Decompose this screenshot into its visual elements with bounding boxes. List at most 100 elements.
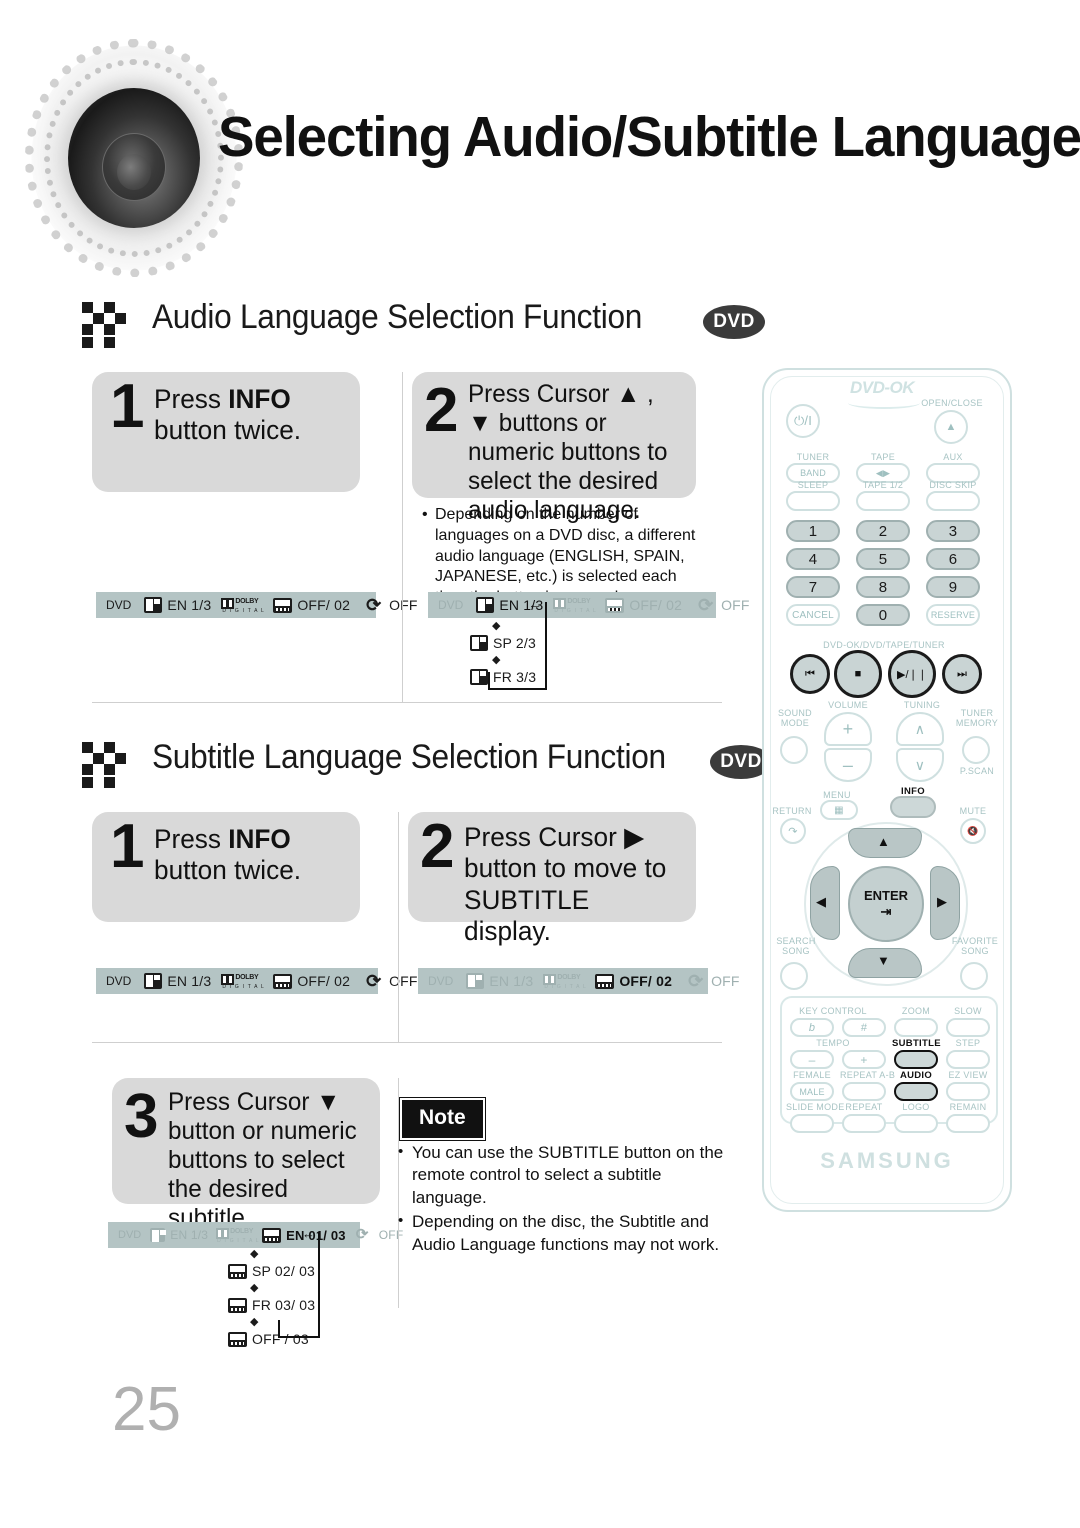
next-button[interactable]: ⏭ <box>942 654 982 694</box>
flow-item: FR 03/ 03 <box>228 1294 315 1316</box>
dvd-badge-audio: DVD <box>703 305 765 339</box>
osd-repeat-value: OFF <box>389 597 418 613</box>
audio-step-2-text: Press Cursor ▲ , ▼ buttons or numeric bu… <box>468 380 668 524</box>
remain-button[interactable] <box>946 1114 990 1133</box>
repeat-icon: ⟳ <box>366 971 382 991</box>
dolby-digital-icon: DOLBY D I G I T A L <box>543 974 587 990</box>
audio-step-1-text-before: Press <box>154 384 229 414</box>
tape-1-2-button[interactable] <box>856 491 910 511</box>
audio-button[interactable] <box>894 1082 938 1101</box>
info-button[interactable] <box>890 796 936 818</box>
female-label: FEMALE <box>793 1070 831 1080</box>
logo-label: LOGO <box>902 1102 930 1112</box>
subtitle-icon <box>273 973 293 989</box>
subtitle-osd-step3: DVD EN 1/3 DOLBY D I G I T A L EN 01/ 03 … <box>108 1222 403 1248</box>
step-button[interactable] <box>946 1050 990 1069</box>
repeat-button[interactable] <box>842 1114 886 1133</box>
step-label: STEP <box>955 1038 981 1048</box>
dolby-digital-icon: DOLBY D I G I T A L <box>221 974 265 990</box>
audio-label: AUDIO <box>899 1070 933 1081</box>
repeat-ab-button[interactable] <box>842 1082 886 1101</box>
osd-repeat-group: ⟳ OFF <box>356 1227 404 1243</box>
subtitle-step-2: 2 Press Cursor ▶ button to move to SUBTI… <box>408 812 696 946</box>
flow-arrow: ◆ <box>250 1281 259 1294</box>
disc-skip-label: DISC SKIP <box>929 480 977 490</box>
subtitle-step-3: 3 Press Cursor ▼ button or numeric butto… <box>112 1078 380 1232</box>
cancel-button[interactable]: CANCEL <box>786 604 840 626</box>
audio-step-1-number: 1 <box>110 372 145 441</box>
dolby-digital-icon: DOLBY D I G I T A L <box>221 598 265 614</box>
sleep-button[interactable] <box>786 491 840 511</box>
slide-mode-button[interactable] <box>790 1114 834 1133</box>
subtitle-language-flow: ◆ SP 02/ 03 ◆ FR 03/ 03 ◆ OFF / 03 <box>228 1248 315 1350</box>
sound-mode-label: SOUND MODE <box>777 708 812 729</box>
return-button[interactable]: ↷ <box>780 818 806 844</box>
subtitle-icon <box>228 1297 247 1313</box>
previous-button[interactable]: ⏮ <box>790 654 830 694</box>
osd-disc-type: DVD <box>118 1229 142 1241</box>
subtitle-icon <box>273 597 293 613</box>
flow-item-label: SP 2/3 <box>493 635 536 651</box>
number-button-1[interactable]: 1 <box>786 520 840 542</box>
enter-label: ENTER <box>863 888 909 903</box>
logo-button[interactable] <box>894 1114 938 1133</box>
remain-label: REMAIN <box>949 1102 987 1112</box>
number-button-8[interactable]: 8 <box>856 576 910 598</box>
audio-track-icon <box>144 597 163 613</box>
reserve-button[interactable]: RESERVE <box>926 604 980 626</box>
key-control-sharp-button[interactable]: # <box>842 1018 886 1037</box>
tempo-label: TEMPO <box>816 1038 850 1048</box>
play-pause-button[interactable]: ▶/❘❘ <box>888 650 936 698</box>
search-song-button[interactable] <box>780 962 808 990</box>
number-button-4[interactable]: 4 <box>786 548 840 570</box>
subtitle-icon <box>228 1263 247 1279</box>
subtitle-osd-step2: DVD EN 1/3 DOLBY D I G I T A L OFF/ 02 ⟳ … <box>418 968 739 994</box>
slow-button[interactable] <box>946 1018 990 1037</box>
number-button-6[interactable]: 6 <box>926 548 980 570</box>
tuner-memory-button[interactable] <box>962 736 990 764</box>
number-button-7[interactable]: 7 <box>786 576 840 598</box>
number-button-3[interactable]: 3 <box>926 520 980 542</box>
menu-button[interactable]: ▦ <box>820 800 858 820</box>
cursor-down-icon: ▼ <box>877 953 890 968</box>
osd-audio-value: EN 1/3 <box>489 973 534 989</box>
enter-button[interactable]: ENTER ⇥ <box>848 866 924 942</box>
subtitle-button[interactable] <box>894 1050 938 1069</box>
flow-arrow: ◆ <box>250 1315 259 1328</box>
key-control-flat-button[interactable]: b <box>790 1018 834 1037</box>
remote-control: DVD-OK ⏻/I OPEN/CLOSE ▲ TUNER BAND TAPE … <box>762 368 1012 1212</box>
power-button[interactable]: ⏻/I <box>786 404 820 438</box>
audio-track-icon <box>144 973 163 989</box>
speaker-binary-graphic <box>25 39 243 277</box>
dolby-digital-icon: DOLBY D I G I T A L <box>553 598 597 614</box>
stop-button[interactable]: ■ <box>834 650 882 698</box>
tempo-plus-button[interactable]: + <box>842 1050 886 1069</box>
section-divider <box>92 1042 722 1043</box>
number-button-5[interactable]: 5 <box>856 548 910 570</box>
number-button-2[interactable]: 2 <box>856 520 910 542</box>
sleep-label: SLEEP <box>797 480 829 490</box>
subtitle-step-2-number: 2 <box>420 812 455 881</box>
subtitle-label: SUBTITLE <box>892 1038 941 1049</box>
tempo-minus-button[interactable]: – <box>790 1050 834 1069</box>
osd-repeat-group: ⟳ OFF <box>366 596 418 614</box>
ez-view-button[interactable] <box>946 1082 990 1101</box>
open-close-button[interactable]: ▲ <box>934 410 968 444</box>
tuner-label: TUNER <box>796 452 830 462</box>
male-female-button[interactable]: MALE <box>790 1082 834 1101</box>
disc-skip-button[interactable] <box>926 491 980 511</box>
checker-icon <box>82 742 134 790</box>
zoom-button[interactable] <box>894 1018 938 1037</box>
number-button-0[interactable]: 0 <box>856 604 910 626</box>
repeat-label: REPEAT <box>845 1102 883 1112</box>
number-button-9[interactable]: 9 <box>926 576 980 598</box>
osd-audio-group: EN 1/3 <box>144 597 211 613</box>
zoom-label: ZOOM <box>901 1006 931 1016</box>
sound-mode-button[interactable] <box>780 736 808 764</box>
favorite-song-button[interactable] <box>960 962 988 990</box>
repeat-icon: ⟳ <box>688 971 704 991</box>
audio-loop-line-v <box>545 602 547 690</box>
osd-repeat-group: ⟳ OFF <box>688 971 740 991</box>
osd-repeat-value: OFF <box>721 597 750 613</box>
subtitle-loop-line-up <box>278 1320 280 1338</box>
